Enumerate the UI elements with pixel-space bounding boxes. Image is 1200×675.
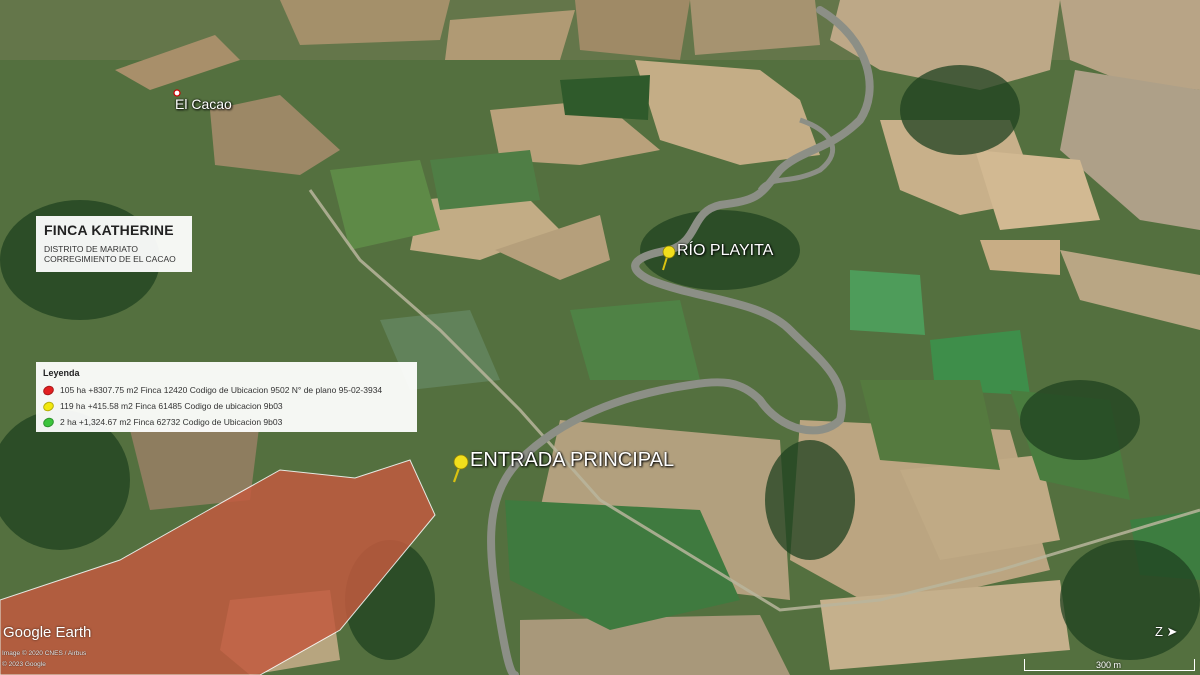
legend-item: 105 ha +8307.75 m2 Finca 12420 Codigo de… [41, 382, 410, 398]
compass-icon[interactable]: Z ➤ [1155, 624, 1177, 640]
title-subtitle-2: CORREGIMIENTO DE EL CACAO [44, 254, 176, 264]
legend-item-label: 119 ha +415.58 m2 Finca 61485 Codigo de … [60, 401, 283, 411]
legend-item: 119 ha +415.58 m2 Finca 61485 Codigo de … [41, 398, 410, 414]
legend-heading: Leyenda [43, 368, 80, 378]
legend-item: 2 ha +1,324.67 m2 Finca 62732 Codigo de … [41, 414, 410, 430]
green-swatch-icon [41, 415, 56, 429]
place-label-entrada-principal: ENTRADA PRINCIPAL [470, 449, 675, 471]
imagery-credit: Image © 2020 CNES / Airbus [2, 650, 87, 657]
title-subtitle-1: DISTRITO DE MARIATO [44, 244, 138, 254]
legend-item-label: 2 ha +1,324.67 m2 Finca 62732 Codigo de … [60, 417, 283, 427]
scale-label: 300 m [1096, 660, 1122, 670]
place-label-rio-playita: RÍO PLAYITA [677, 242, 774, 259]
yellow-swatch-icon [41, 399, 56, 413]
place-label-el-cacao: El Cacao [175, 96, 232, 112]
red-swatch-icon [41, 383, 56, 397]
google-credit: © 2023 Google [2, 661, 46, 668]
google-earth-logo: Google Earth [3, 624, 92, 641]
legend-item-label: 105 ha +8307.75 m2 Finca 12420 Codigo de… [60, 385, 383, 395]
title-box: FINCA KATHERINE DISTRITO DE MARIATO CORR… [36, 216, 192, 272]
legend-panel: Leyenda 105 ha +8307.75 m2 Finca 12420 C… [36, 362, 417, 432]
finca-title: FINCA KATHERINE [44, 222, 174, 238]
